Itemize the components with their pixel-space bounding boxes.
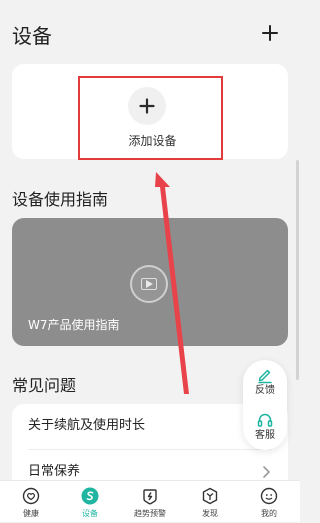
faq-section-title: 常见问题	[12, 376, 77, 395]
customer-service-button[interactable]: 客服	[243, 405, 287, 450]
tab-label: 趋势预警	[134, 509, 166, 518]
add-device-label: 添加设备	[128, 134, 177, 148]
tab-profile[interactable]: 我的	[239, 481, 299, 523]
edit-icon	[258, 369, 272, 384]
tab-device[interactable]: 设备	[60, 481, 120, 523]
scrollbar[interactable]	[296, 160, 299, 380]
page-title: 设备	[12, 24, 52, 48]
customer-service-label: 客服	[255, 430, 275, 441]
chevron-right-icon	[263, 466, 270, 478]
header: 设备	[0, 0, 300, 62]
play-button[interactable]	[130, 265, 168, 303]
tab-health[interactable]: 健康	[1, 481, 61, 523]
heart-icon	[22, 487, 40, 505]
floating-help-panel: 反馈 客服	[243, 360, 287, 450]
bottom-tab-bar: 健康 设备 趋势预警 发现 我的	[0, 480, 300, 522]
trend-alert-icon	[143, 489, 157, 505]
tab-label: 健康	[23, 509, 39, 518]
video-caption: W7产品使用指南	[28, 318, 120, 332]
guide-video-card[interactable]: W7产品使用指南	[12, 218, 288, 346]
tab-trend-alert[interactable]: 趋势预警	[120, 481, 180, 523]
faq-item-label: 日常保养	[28, 464, 81, 479]
add-device-icon-circle	[128, 87, 166, 125]
tab-label: 我的	[261, 509, 277, 518]
add-device-button[interactable]: 添加设备	[78, 76, 223, 160]
play-icon	[141, 278, 157, 290]
feedback-button[interactable]: 反馈	[243, 360, 287, 405]
tab-label: 设备	[82, 509, 98, 518]
discover-icon	[202, 487, 218, 505]
add-device-card: 添加设备	[12, 64, 288, 160]
add-button[interactable]	[260, 23, 280, 43]
profile-icon	[260, 487, 278, 505]
faq-item-label: 关于续航及使用时长	[28, 418, 146, 433]
guide-section-title: 设备使用指南	[12, 190, 109, 209]
plus-icon	[262, 25, 278, 41]
headset-icon	[257, 413, 273, 427]
plus-icon	[139, 98, 155, 114]
tab-discover[interactable]: 发现	[180, 481, 240, 523]
device-s-icon	[81, 487, 99, 505]
feedback-label: 反馈	[255, 385, 275, 396]
tab-label: 发现	[202, 509, 218, 518]
